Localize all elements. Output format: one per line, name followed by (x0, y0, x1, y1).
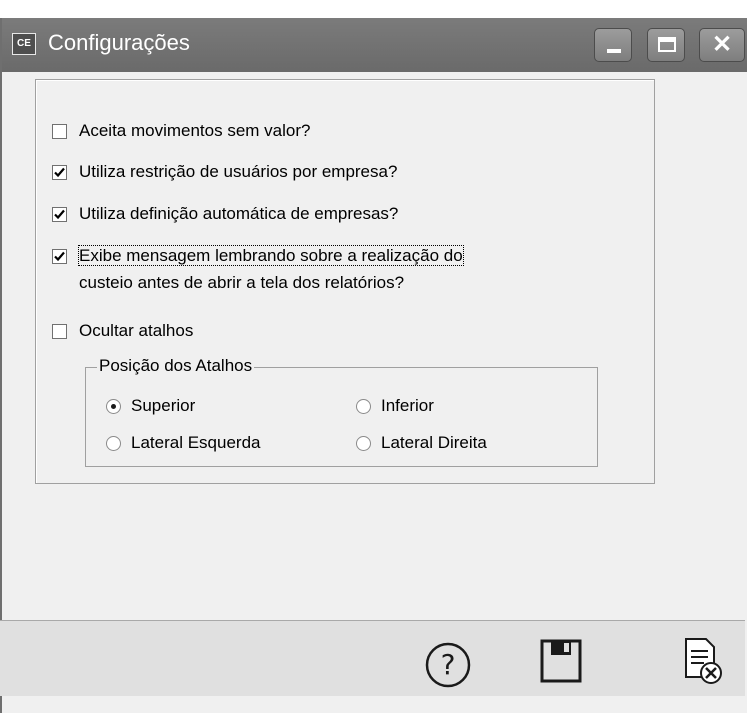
checkbox-box[interactable] (52, 124, 67, 139)
radio-button[interactable] (106, 398, 121, 414)
radio-dot (111, 403, 116, 409)
checkbox-restricao-usuarios[interactable]: Utiliza restrição de usuários por empres… (52, 162, 397, 185)
checkbox-label-line2: custeio antes de abrir a tela dos relató… (79, 273, 405, 292)
checkbox-label: Exibe mensagem lembrando sobre a realiza… (78, 242, 464, 296)
help-icon[interactable]: ? (424, 641, 472, 689)
app-logo-icon: CE (12, 33, 36, 55)
maximize-button[interactable] (647, 28, 685, 62)
checkmark-icon (54, 251, 65, 262)
checkbox-label: Ocultar atalhos (79, 321, 194, 340)
checkbox-label: Utiliza restrição de usuários por empres… (79, 162, 398, 181)
radio-button[interactable] (106, 435, 121, 451)
radio-label: Inferior (381, 396, 434, 415)
radio-button[interactable] (356, 435, 371, 451)
checkmark-icon (54, 209, 65, 220)
checkbox-definicao-automatica[interactable]: Utiliza definição automática de empresas… (52, 204, 398, 227)
svg-text:?: ? (441, 648, 456, 681)
checkbox-label-line1: Exibe mensagem lembrando sobre a realiza… (78, 245, 464, 266)
radio-inferior[interactable]: Inferior (356, 396, 434, 416)
radio-label: Superior (131, 396, 196, 415)
radio-button[interactable] (356, 398, 371, 414)
close-icon: ✕ (711, 31, 733, 58)
close-button[interactable]: ✕ (699, 28, 745, 62)
checkbox-box[interactable] (52, 165, 67, 180)
checkbox-aceita-movimentos[interactable]: Aceita movimentos sem valor? (52, 121, 310, 144)
title-bar[interactable]: CE Configurações ✕ (2, 18, 747, 72)
maximize-icon (658, 37, 676, 52)
save-icon[interactable] (540, 639, 582, 683)
checkmark-icon (54, 167, 65, 178)
radio-label: Lateral Esquerda (131, 433, 261, 452)
checkbox-box[interactable] (52, 249, 67, 264)
radio-superior[interactable]: Superior (106, 396, 195, 416)
bottom-toolbar: ? (0, 620, 745, 696)
minimize-icon (607, 49, 621, 53)
window-title: Configurações (48, 30, 190, 55)
checkbox-label: Utiliza definição automática de empresas… (79, 204, 399, 223)
checkbox-label: Aceita movimentos sem valor? (79, 121, 311, 140)
radio-lateral-direita[interactable]: Lateral Direita (356, 433, 487, 453)
minimize-button[interactable] (594, 28, 632, 62)
cancel-document-icon[interactable] (682, 637, 724, 687)
checkbox-ocultar-atalhos[interactable]: Ocultar atalhos (52, 321, 193, 344)
radio-label: Lateral Direita (381, 433, 487, 452)
positions-group-title: Posição dos Atalhos (97, 356, 255, 376)
checkbox-box[interactable] (52, 207, 67, 222)
checkbox-exibe-mensagem[interactable]: Exibe mensagem lembrando sobre a realiza… (52, 245, 464, 296)
radio-lateral-esquerda[interactable]: Lateral Esquerda (106, 433, 260, 453)
checkbox-box[interactable] (52, 324, 67, 339)
